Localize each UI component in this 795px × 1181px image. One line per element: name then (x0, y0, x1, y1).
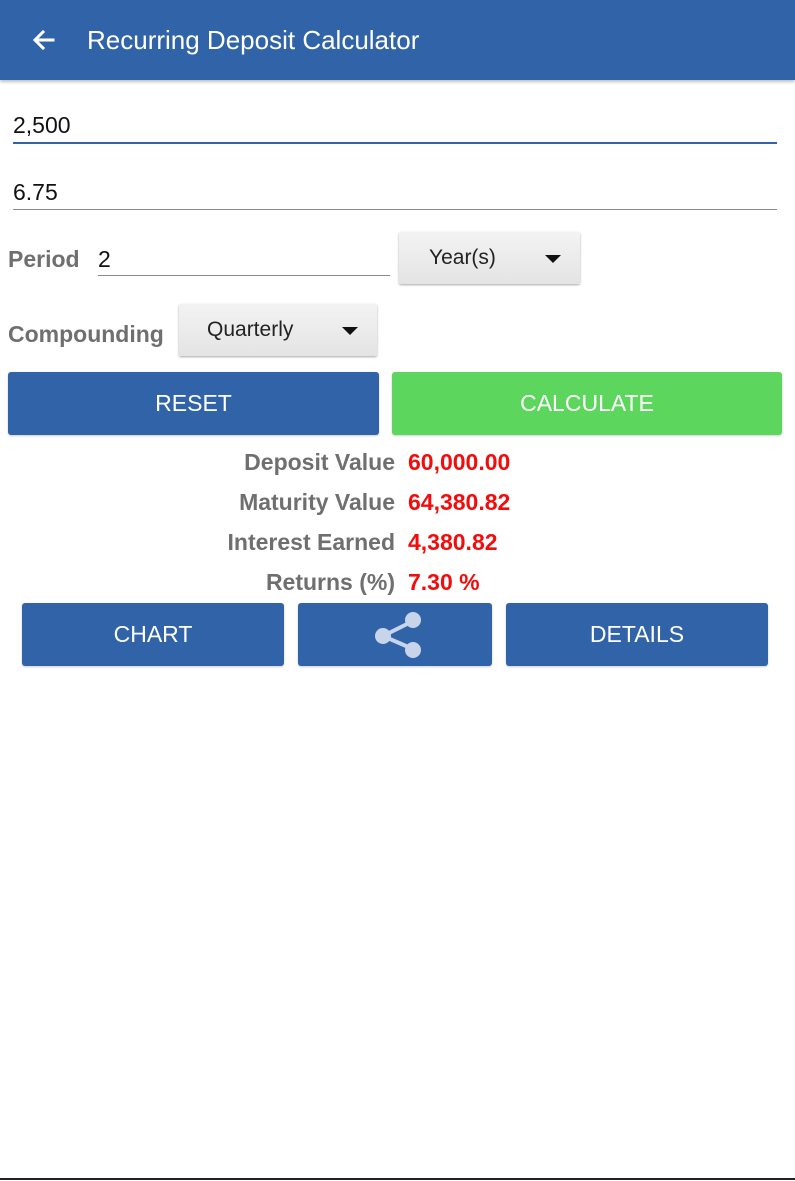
interest-rate-input[interactable] (13, 177, 777, 207)
period-input[interactable] (98, 244, 388, 274)
dropdown-arrow-icon (342, 327, 358, 335)
deposit-amount-input[interactable] (13, 110, 777, 140)
share-icon (375, 612, 421, 658)
page-title: Recurring Deposit Calculator (87, 25, 420, 55)
compounding-value: Quarterly (207, 318, 294, 341)
deposit-value-label: Deposit Value (244, 449, 395, 475)
interest-earned-label: Interest Earned (227, 529, 395, 555)
share-button[interactable] (298, 603, 492, 666)
interest-earned-value: 4,380.82 (408, 529, 498, 555)
details-button[interactable]: DETAILS (506, 603, 768, 666)
app-bar: Recurring Deposit Calculator (0, 0, 795, 80)
returns-value: 7.30 % (408, 569, 480, 595)
interest-rate-underline (13, 209, 777, 210)
maturity-value: 64,380.82 (408, 489, 511, 515)
period-unit-value: Year(s) (429, 246, 496, 269)
reset-button[interactable]: RESET (8, 372, 379, 435)
deposit-amount-underline (13, 142, 777, 144)
bottom-divider (0, 1178, 795, 1180)
chart-button[interactable]: CHART (22, 603, 284, 666)
dropdown-arrow-icon (545, 255, 561, 263)
period-unit-dropdown[interactable]: Year(s) (399, 232, 580, 284)
back-arrow-icon (32, 29, 55, 51)
deposit-value: 60,000.00 (408, 449, 511, 475)
compounding-dropdown[interactable]: Quarterly (179, 304, 377, 356)
compounding-label: Compounding (8, 321, 164, 347)
maturity-value-label: Maturity Value (239, 489, 395, 515)
calculate-button[interactable]: CALCULATE (392, 372, 782, 435)
period-underline (98, 275, 390, 276)
period-label: Period (8, 246, 80, 272)
back-button[interactable] (26, 22, 62, 58)
returns-label: Returns (%) (265, 569, 395, 595)
